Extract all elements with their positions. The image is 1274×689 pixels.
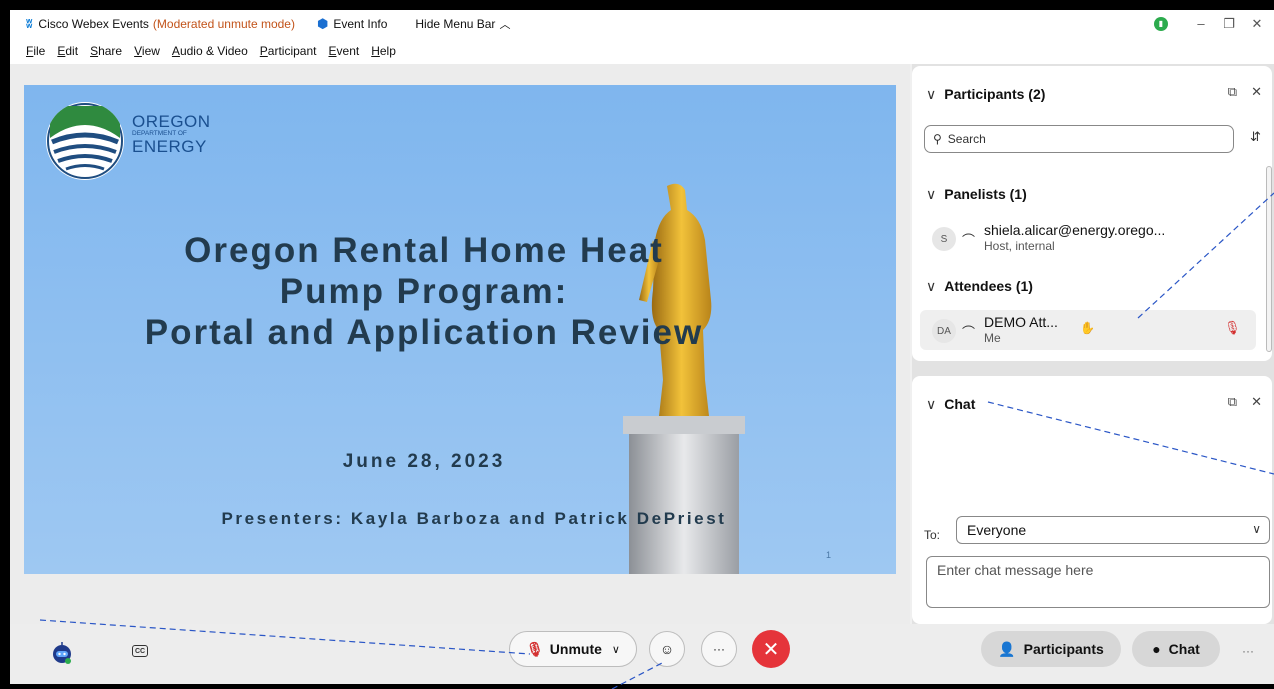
search-placeholder: Search	[947, 132, 986, 146]
sort-icon[interactable]: ⇵	[1250, 129, 1261, 145]
avatar: S	[932, 227, 956, 251]
participants-panel-header[interactable]: ∨ Participants (2)	[926, 86, 1045, 103]
logo-emblem-icon	[47, 103, 123, 179]
slide-presenters: Presenters: Kayla Barboza and Patrick De…	[221, 509, 727, 528]
closed-captions-icon[interactable]: CC	[132, 645, 148, 657]
menu-edit[interactable]: Edit	[57, 44, 78, 58]
chevron-down-icon[interactable]: ∨	[926, 86, 936, 102]
chat-to-label: To:	[924, 528, 941, 542]
chevron-down-icon[interactable]: ∨	[926, 278, 936, 294]
oregon-energy-wordmark: OREGON DEPARTMENT OF ENERGY	[132, 113, 211, 155]
menu-share[interactable]: Share	[90, 44, 122, 58]
participant-name: DEMO Att...	[984, 314, 1058, 330]
participant-name: shiela.alicar@energy.orego...	[984, 222, 1166, 238]
chevron-up-icon[interactable]: ︿	[499, 16, 510, 32]
close-icon[interactable]: ✕	[1251, 394, 1262, 409]
participant-role: Host, internal	[984, 239, 1055, 253]
reactions-button[interactable]: ☺	[649, 631, 685, 667]
close-window-button[interactable]: ✕	[1246, 16, 1268, 32]
org-line-3: ENERGY	[132, 136, 207, 156]
chat-button[interactable]: ● Chat	[1132, 631, 1220, 667]
title-bar: ʬ Cisco Webex Events (Moderated unmute m…	[10, 10, 1274, 37]
search-icon: ⚲	[933, 132, 942, 146]
chat-bubble-icon: ●	[1152, 641, 1161, 657]
slide-title: Oregon Rental Home Heat Pump Program: Po…	[24, 230, 824, 353]
restore-button[interactable]: ❐	[1218, 16, 1240, 32]
chat-recipient-select[interactable]: Everyone ∨	[956, 516, 1270, 544]
panelists-section-header[interactable]: ∨ Panelists (1)	[926, 186, 1027, 203]
participants-panel-tools: ⧉ ✕	[1214, 84, 1262, 100]
close-icon[interactable]: ✕	[1251, 84, 1262, 99]
chevron-down-icon[interactable]: ∨	[612, 643, 620, 656]
smiley-icon: ☺	[659, 641, 675, 657]
participants-button[interactable]: 👤 Participants	[981, 631, 1121, 667]
chat-recipient-value: Everyone	[967, 522, 1027, 538]
chat-panel-header[interactable]: ∨ Chat	[926, 396, 975, 413]
slide-page-number: 1	[826, 550, 832, 560]
chat-input-placeholder: Enter chat message here	[937, 562, 1094, 578]
chat-panel-tools: ⧉ ✕	[1214, 394, 1262, 410]
chevron-down-icon[interactable]: ∨	[926, 396, 936, 412]
slide-title-line-3: Portal and Application Review	[144, 313, 704, 352]
meeting-controls-bar: CC 🎙 Unmute ∨ ☺ ··· ✕ 👤 Participants ● C…	[10, 624, 1274, 684]
participant-role: Me	[984, 331, 1001, 345]
event-info-button[interactable]: Event Info	[333, 17, 387, 31]
attendees-section-header[interactable]: ∨ Attendees (1)	[926, 278, 1033, 295]
app-name: Cisco Webex Events	[38, 16, 149, 31]
chat-panel: ∨ Chat ⧉ ✕ To: Everyone ∨ Enter chat messa…	[912, 376, 1272, 624]
muted-mic-icon: 🎙	[526, 640, 544, 657]
popout-icon[interactable]: ⧉	[1228, 84, 1237, 99]
muted-mic-icon[interactable]: 🎙	[1224, 320, 1241, 336]
leave-meeting-button[interactable]: ✕	[752, 630, 790, 668]
participants-scrollbar[interactable]	[1266, 166, 1272, 352]
window-controls: ▮ – ❐ ✕	[1154, 10, 1274, 37]
slide-title-line-1: Oregon Rental Home Heat	[184, 231, 664, 270]
menu-view[interactable]: View	[134, 44, 160, 58]
participants-button-label: Participants	[1023, 641, 1104, 657]
panelist-row[interactable]: S ⌒ shiela.alicar@energy.orego... Host, …	[920, 218, 1256, 258]
panelists-header: Panelists (1)	[944, 186, 1027, 202]
side-panel: ∨ Participants (2) ⧉ ✕ ⚲ Search ⇵ ∨ Panelis…	[912, 64, 1274, 624]
slide-title-line-2: Pump Program:	[279, 272, 569, 311]
attendee-row[interactable]: DA ⌒ DEMO Att... Me ✋ 🎙	[920, 310, 1256, 350]
chat-panel-title: Chat	[944, 396, 976, 412]
chat-button-label: Chat	[1168, 641, 1200, 657]
unmute-label: Unmute	[549, 641, 602, 657]
unmute-button[interactable]: 🎙 Unmute ∨	[509, 631, 637, 667]
participants-panel-title: Participants (2)	[944, 86, 1046, 102]
chat-message-input[interactable]: Enter chat message here	[926, 556, 1270, 608]
menu-bar: File Edit Share View Audio & Video Parti…	[10, 37, 1274, 64]
oregon-energy-logo	[46, 102, 124, 180]
hide-menu-bar-button[interactable]: Hide Menu Bar	[415, 17, 495, 31]
raise-hand-icon[interactable]: ✋	[1080, 321, 1095, 335]
more-options-button[interactable]: ···	[701, 631, 737, 667]
minimize-button[interactable]: –	[1190, 16, 1212, 31]
attendees-header: Attendees (1)	[944, 278, 1033, 294]
shared-slide: OREGON DEPARTMENT OF ENERGY Oregon Renta…	[24, 85, 896, 574]
overflow-menu-button[interactable]: ···	[1242, 644, 1254, 658]
popout-icon[interactable]: ⧉	[1228, 394, 1237, 409]
shield-icon: ⬢	[316, 15, 329, 31]
participants-panel: ∨ Participants (2) ⧉ ✕ ⚲ Search ⇵ ∨ Panelis…	[912, 66, 1272, 361]
ai-assistant-icon[interactable]	[50, 640, 74, 664]
slide-date: June 28, 2023	[342, 451, 506, 472]
participant-search-input[interactable]: ⚲ Search	[924, 125, 1234, 153]
webex-window: ʬ Cisco Webex Events (Moderated unmute m…	[10, 10, 1274, 684]
chevron-down-icon: ∨	[1252, 522, 1261, 536]
chevron-down-icon[interactable]: ∨	[926, 186, 936, 202]
headset-icon: ⌒	[962, 325, 976, 340]
menu-participant[interactable]: Participant	[260, 44, 317, 58]
menu-event[interactable]: Event	[329, 44, 360, 58]
webex-logo-icon: ʬ	[26, 16, 33, 31]
menu-audio-video[interactable]: Audio & Video	[172, 44, 248, 58]
menu-file[interactable]: File	[26, 44, 45, 58]
participants-icon: 👤	[998, 640, 1016, 657]
unmute-mode-label: (Moderated unmute mode)	[152, 16, 295, 31]
org-line-1: OREGON	[132, 112, 211, 131]
menu-help[interactable]: Help	[371, 44, 396, 58]
content-stage: OREGON DEPARTMENT OF ENERGY Oregon Renta…	[10, 64, 910, 624]
avatar: DA	[932, 319, 956, 343]
headset-icon: ⌒	[962, 233, 976, 248]
connection-signal-icon[interactable]: ▮	[1154, 16, 1168, 31]
